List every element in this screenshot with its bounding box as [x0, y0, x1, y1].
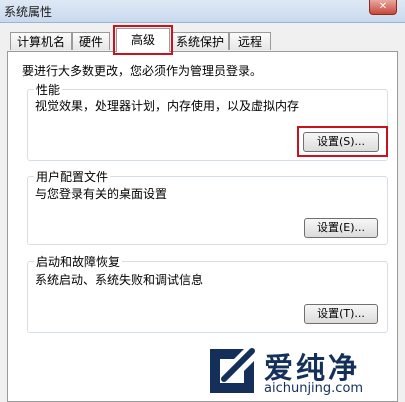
performance-description: 视觉效果，处理器计划，内存使用，以及虚拟内存	[35, 99, 300, 113]
tab-advanced[interactable]: 高级	[113, 25, 173, 55]
performance-settings-button[interactable]: 设置(S)...	[303, 132, 379, 152]
tab-system-protection[interactable]: 系统保护	[171, 32, 229, 50]
brand-logo-icon	[210, 348, 255, 393]
tab-computer-name[interactable]: 计算机名	[10, 32, 72, 50]
watermark: 爱纯净 aichunjing.com	[204, 343, 404, 402]
tab-remote[interactable]: 远程	[229, 32, 271, 50]
title-bar: 系统属性 ✕	[0, 0, 405, 23]
watermark-url: aichunjing.com	[264, 381, 364, 396]
user-profiles-title: 用户配置文件	[34, 168, 111, 185]
tab-hardware[interactable]: 硬件	[72, 32, 110, 50]
startup-recovery-title: 启动和故障恢复	[34, 253, 123, 270]
performance-title: 性能	[34, 81, 63, 98]
tab-strip: 计算机名 硬件 高级 系统保护 远程	[0, 22, 405, 55]
user-profiles-description: 与您登录有关的桌面设置	[35, 187, 168, 201]
startup-recovery-description: 系统启动、系统失败和调试信息	[35, 273, 204, 287]
admin-note: 要进行大多数更改，您必须作为管理员登录。	[22, 64, 263, 78]
user-profiles-settings-button[interactable]: 设置(E)...	[304, 218, 378, 238]
close-button[interactable]: ✕	[369, 0, 397, 15]
startup-recovery-settings-button[interactable]: 设置(T)...	[304, 304, 378, 324]
window-title: 系统属性	[4, 5, 53, 19]
close-icon: ✕	[378, 1, 388, 12]
